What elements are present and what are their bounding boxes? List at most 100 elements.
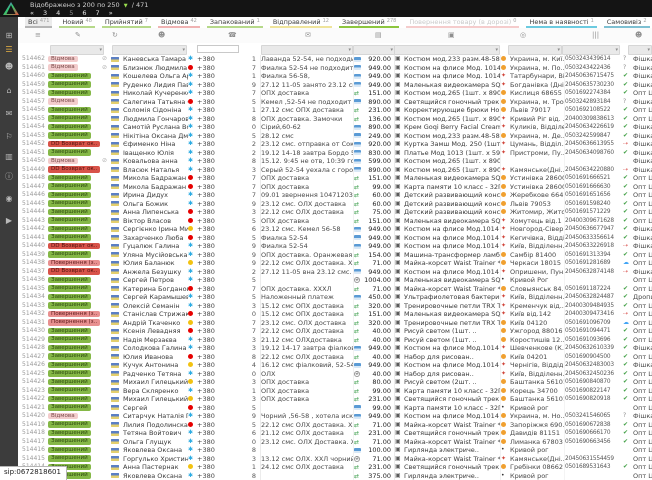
table-row[interactable]: 514414ЗавершенийАнна Пастернак+380124.12… — [18, 463, 652, 472]
page-size-caret-icon[interactable]: ▼ — [124, 3, 128, 9]
tracking-number[interactable]: 20450631554459 — [565, 455, 623, 464]
status-badge[interactable]: Відмова — [48, 56, 78, 63]
tracking-number[interactable]: 20450632610339 — [565, 344, 623, 353]
tracking-number[interactable]: 0501690663456 — [565, 438, 623, 447]
page-number-4[interactable]: 4 — [56, 9, 60, 17]
status-badge[interactable]: Завершений — [48, 209, 91, 216]
status-badge[interactable]: Завершений — [48, 404, 91, 411]
table-row[interactable]: 514437DD Возврат ок..Анжела Безушку✱+380… — [18, 268, 652, 277]
tracking-number[interactable]: 0501691598240 — [565, 200, 623, 209]
tracking-number[interactable]: 0501690820918 — [565, 395, 623, 404]
table-row[interactable]: 514427ЗавершенийЮлия Иванова+380822.12 с… — [18, 353, 652, 362]
tracking-number[interactable]: 20450632483003 — [565, 361, 623, 370]
tracking-number[interactable]: 0501691651656 — [565, 191, 623, 200]
payment-column-icon[interactable]: ▤ — [375, 31, 382, 39]
status-badge[interactable]: Завершений — [48, 455, 91, 462]
first-page-button[interactable]: « — [30, 9, 34, 17]
status-badge[interactable]: DD Возврат ок.. — [48, 243, 100, 250]
client-phone[interactable]: +380 — [197, 200, 225, 209]
source-column-icon[interactable]: ☻ — [635, 31, 642, 39]
status-badge[interactable]: Завершений — [48, 132, 91, 139]
status-badge[interactable]: DD Возврат ок.. — [48, 166, 100, 173]
tracking-number[interactable]: 0501691096709 — [565, 319, 623, 328]
status-badge[interactable]: Завершений — [48, 234, 91, 241]
table-row[interactable]: 514423ЗавершенийВера Скляренко✱+3801ОПХ … — [18, 387, 652, 396]
tracking-number[interactable]: 20450634220880 — [565, 166, 623, 175]
filter-source[interactable]: ▾ — [628, 45, 652, 55]
sidebar-monitor-icon[interactable]: ◉ — [0, 194, 18, 204]
status-column-icon[interactable]: ✎ — [75, 31, 81, 39]
client-phone[interactable]: +380 — [197, 72, 225, 81]
client-phone[interactable]: +380 — [197, 140, 225, 149]
table-row[interactable]: 514448ЗавершенийМикола Бадражан+3807ОПХ … — [18, 174, 652, 183]
client-phone[interactable]: +380 — [197, 421, 225, 430]
tracking-number[interactable]: 0503243439614 — [565, 55, 623, 64]
page-number-3[interactable]: 3 — [43, 9, 47, 17]
status-badge[interactable]: Завершений — [48, 302, 91, 309]
tracking-number[interactable]: 20450636715475 — [565, 72, 623, 81]
table-row[interactable]: 514453ЗавершенийНікітіна Оксана Дми..✱+3… — [18, 132, 652, 141]
filter-comment[interactable]: ▾ — [261, 45, 353, 55]
table-row[interactable]: 514447ЗавершенийМикола Бадражан+3807ОПХ … — [18, 183, 652, 192]
table-row[interactable]: 514438Повернення (з..Юлия Баланюк+380922… — [18, 259, 652, 268]
client-phone[interactable]: +380 — [197, 285, 225, 294]
table-row[interactable]: 514428ЗавершенийСолодкова Галина В..✱+38… — [18, 344, 652, 353]
table-row[interactable]: 514459ЗавершенийРуденко Лидия Пав..✱+380… — [18, 81, 652, 90]
client-phone[interactable]: +380 — [197, 370, 225, 379]
tracking-number[interactable]: 0501691281689 — [565, 259, 623, 268]
client-phone[interactable]: +380 — [197, 412, 225, 421]
client-phone[interactable]: +380 — [197, 344, 225, 353]
status-badge[interactable]: Завершений — [48, 124, 91, 131]
status-badge[interactable]: Завершений — [48, 217, 91, 224]
tab-10[interactable]: Самовивіз2 — [604, 17, 650, 28]
table-row[interactable]: 514436ЗавершенийСергей Петров✱+3805₴1004… — [18, 276, 652, 285]
table-row[interactable]: 514426ЗавершенийКучук Антонина+380416.12… — [18, 361, 652, 370]
tab-4[interactable]: Відмова42 — [158, 17, 200, 28]
table-row[interactable]: 514461Відмова⊘Близнюк Людмила ..+3807Фиа… — [18, 64, 652, 73]
status-badge[interactable]: Завершений — [48, 328, 91, 335]
client-phone[interactable]: +380 — [197, 268, 225, 277]
filter-name[interactable]: ▾ — [112, 45, 187, 55]
tracking-number[interactable]: 20400309838613 — [565, 115, 623, 124]
client-phone[interactable]: +380 — [197, 361, 225, 370]
client-phone[interactable]: +380 — [197, 455, 225, 464]
sidebar-orders-icon[interactable]: ☰ — [0, 45, 18, 55]
table-row[interactable]: 514420ВідмоваСитарчук Наталія Гр..✱+3809… — [18, 412, 652, 421]
table-row[interactable]: 514421ЗавершенийСергей+380599.00▣Карта п… — [18, 404, 652, 413]
tracking-number[interactable] — [565, 472, 623, 480]
status-badge[interactable]: Завершений — [48, 149, 91, 156]
tracking-column-icon[interactable]: ||| — [592, 31, 599, 39]
tab-3[interactable]: Прийнятий7 — [102, 17, 151, 28]
status-badge[interactable]: DD Возврат ок.. — [48, 268, 100, 275]
phone-filter-input[interactable] — [197, 45, 239, 53]
status-badge[interactable]: Завершений — [48, 345, 91, 352]
status-badge[interactable]: Завершений — [48, 447, 91, 454]
table-row[interactable]: 514413ЗавершенийЯковлева Оксана✱+3808⇄37… — [18, 472, 652, 480]
status-badge[interactable]: Відмова — [48, 158, 78, 165]
table-row[interactable]: 514435ЗавершенийКатерина Богданова+3807О… — [18, 285, 652, 294]
tracking-number[interactable]: 0501691187224 — [565, 285, 623, 294]
table-row[interactable]: 514434ЗавершенийСергей Карамышев✱+3805На… — [18, 293, 652, 302]
status-badge[interactable]: DD Возврат ок.. — [48, 141, 100, 148]
tracking-number[interactable]: 20450632450236 — [565, 370, 623, 379]
client-phone[interactable]: +380 — [197, 115, 225, 124]
page-number-5[interactable]: 5 — [69, 9, 73, 17]
tracking-number[interactable]: 0501691093696 — [565, 336, 623, 345]
table-row[interactable]: 514424ЗавершенийМихаил Гилецький+3803ОПХ… — [18, 378, 652, 387]
tab-6[interactable]: Відправлений12 — [270, 17, 332, 28]
tracking-number[interactable]: 0503242599847 — [565, 132, 623, 141]
tracking-number[interactable]: 0501689531643 — [565, 463, 623, 472]
table-row[interactable]: 514439ЗавершенийУляна Мусійовська✱+3809О… — [18, 251, 652, 260]
table-row[interactable]: 514451ЗавершенийІващенко Юлія✱+380219.12… — [18, 149, 652, 158]
sidebar-finance-icon[interactable]: ⌂ — [0, 86, 18, 96]
tracking-number[interactable]: 0503243422436 — [565, 64, 623, 73]
table-row[interactable]: 514419ЗавершенийЛилия Подолинская+380522… — [18, 421, 652, 430]
tracking-number[interactable]: 0501691571229 — [565, 208, 623, 217]
table-row[interactable]: 514433ЗавершенийОлексій Семанін✱+380315.… — [18, 302, 652, 311]
tracking-number[interactable]: 20450633356614 — [565, 234, 623, 243]
table-row[interactable]: 514442ЗавершенийСергієнко Ірина Ми..+380… — [18, 225, 652, 234]
client-phone[interactable]: +380 — [197, 472, 225, 480]
comment-column-icon[interactable]: ✉ — [305, 31, 311, 39]
client-phone[interactable]: +380 — [197, 302, 225, 311]
client-phone[interactable]: +380 — [197, 89, 225, 98]
